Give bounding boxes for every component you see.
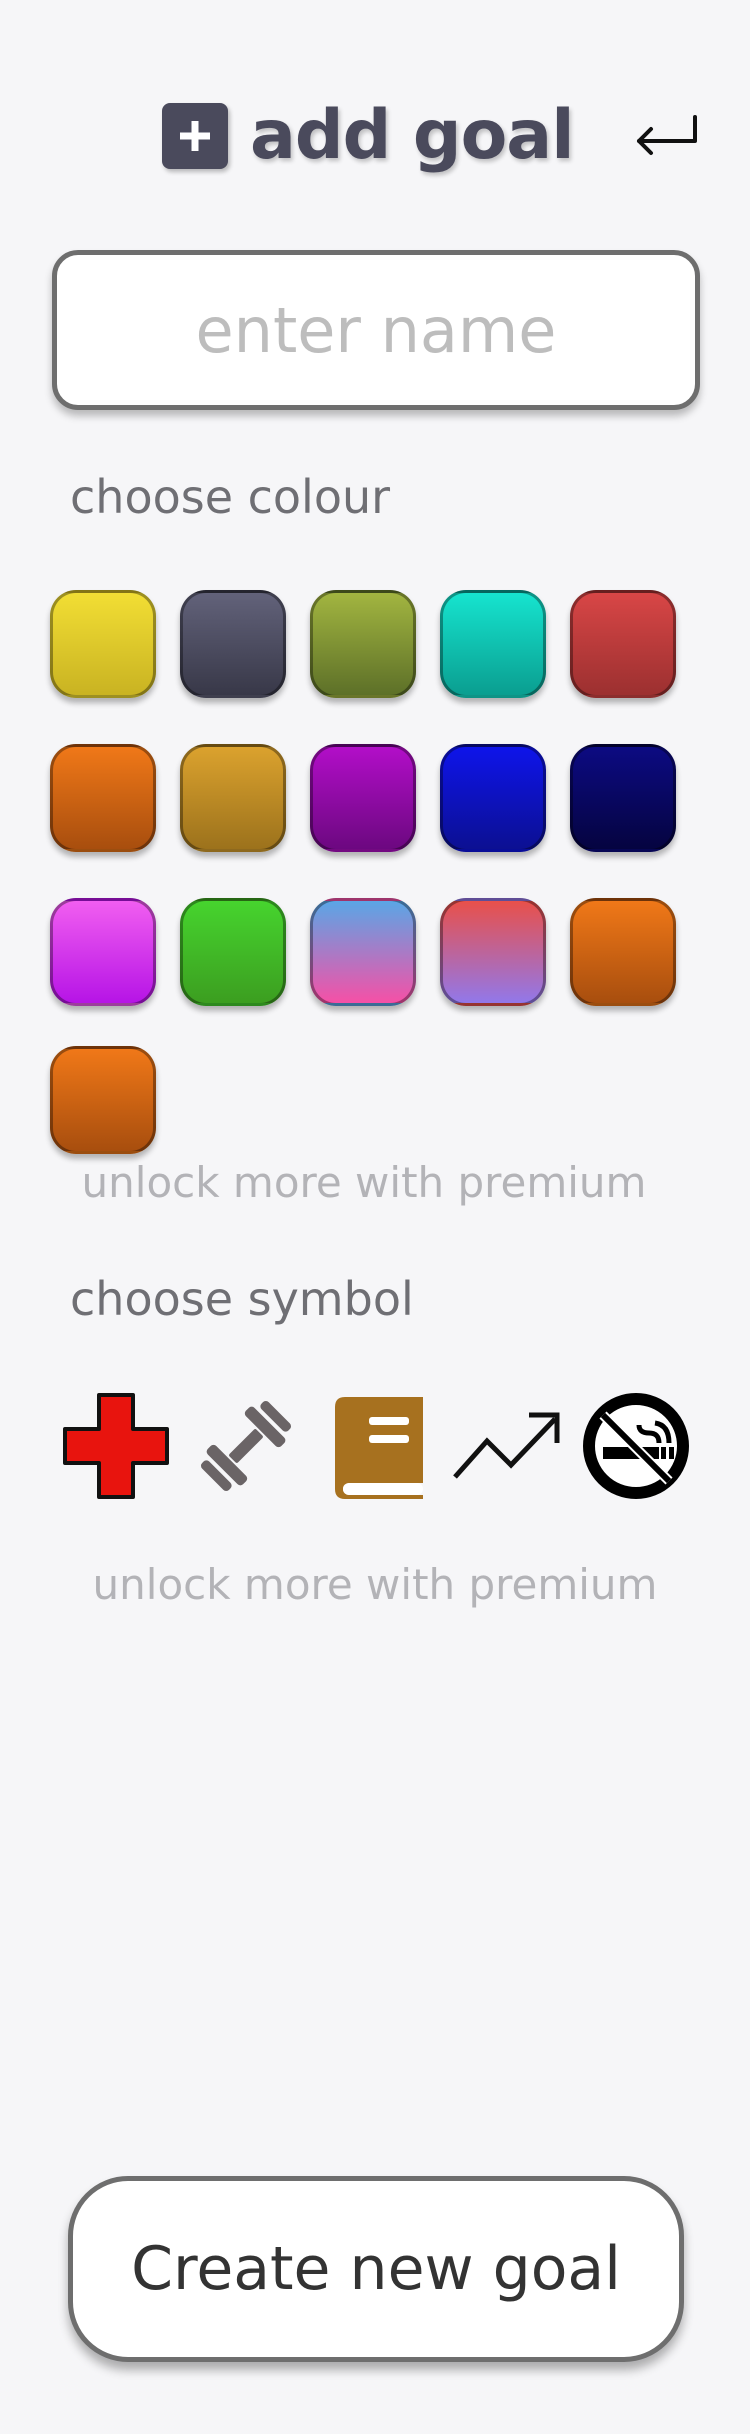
choose-colour-label: choose colour xyxy=(70,470,391,524)
red-cross-icon xyxy=(63,1393,169,1499)
colour-swatch-orange[interactable] xyxy=(50,744,156,852)
choose-symbol-label: choose symbol xyxy=(70,1272,414,1326)
colour-swatch-slate[interactable] xyxy=(180,590,286,698)
no-smoking-icon xyxy=(583,1393,689,1499)
colour-swatch-orange-3[interactable] xyxy=(50,1046,156,1154)
colour-swatch-navy[interactable] xyxy=(570,744,676,852)
colour-swatch-gold[interactable] xyxy=(180,744,286,852)
colour-swatch-teal[interactable] xyxy=(440,590,546,698)
symbol-dumbbell[interactable] xyxy=(191,1391,301,1501)
colour-swatch-orange-2[interactable] xyxy=(570,898,676,1006)
return-arrow-icon xyxy=(637,115,697,155)
create-goal-button[interactable]: Create new goal xyxy=(68,2176,684,2362)
colour-swatch-purple[interactable] xyxy=(310,744,416,852)
page-title: add goal xyxy=(250,96,574,175)
colour-swatch-red[interactable] xyxy=(570,590,676,698)
plus-square-icon xyxy=(162,103,228,169)
symbol-trend-up[interactable] xyxy=(451,1391,561,1501)
colour-swatch-magenta[interactable] xyxy=(50,898,156,1006)
goal-name-input[interactable] xyxy=(52,250,700,410)
header: add goal xyxy=(0,96,750,176)
title-group: add goal xyxy=(162,96,574,176)
book-icon xyxy=(335,1397,423,1499)
symbol-no-smoking[interactable] xyxy=(581,1391,691,1501)
back-button[interactable] xyxy=(628,104,704,168)
colour-swatch-yellow[interactable] xyxy=(50,590,156,698)
colour-swatch-blue-pink-gradient[interactable] xyxy=(310,898,416,1006)
symbol-book[interactable] xyxy=(321,1391,431,1501)
colour-premium-note[interactable]: unlock more with premium xyxy=(0,1158,750,1207)
colour-swatch-blue[interactable] xyxy=(440,744,546,852)
colour-swatch-red-violet-gradient[interactable] xyxy=(440,898,546,1006)
colour-swatch-olive[interactable] xyxy=(310,590,416,698)
dumbbell-icon xyxy=(200,1400,292,1492)
add-goal-screen: add goal choose colour unlock more with … xyxy=(0,0,750,2434)
symbol-premium-note[interactable]: unlock more with premium xyxy=(0,1560,750,1609)
trend-up-icon xyxy=(453,1412,560,1479)
symbol-health-cross[interactable] xyxy=(61,1391,171,1501)
colour-swatch-green[interactable] xyxy=(180,898,286,1006)
